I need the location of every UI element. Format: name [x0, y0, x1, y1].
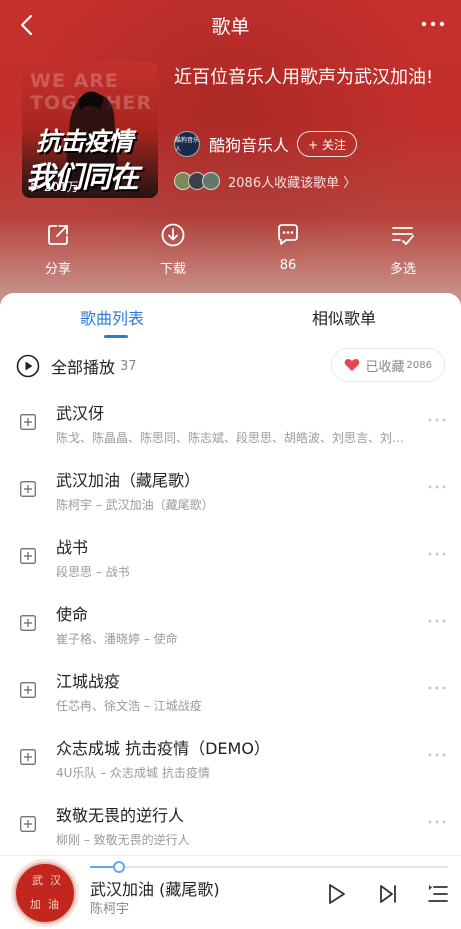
- download-label: 下载: [159, 262, 186, 277]
- song-row[interactable]: 致敬无畏的逆行人 柳刚 – 致敬无畏的逆行人: [0, 795, 461, 862]
- tab-indicator: [104, 335, 128, 338]
- comment-count: 86: [279, 258, 297, 273]
- download-icon: [161, 223, 185, 247]
- song-row[interactable]: 武汉伢 陈戈、陈晶晶、陈思同、陈志斌、段思思、胡皓波、刘思言、刘…: [0, 393, 461, 460]
- add-to-list-icon[interactable]: [20, 682, 36, 698]
- song-artist: 陈柯宇 – 武汉加油（藏尾歌）: [56, 498, 214, 512]
- add-to-list-icon[interactable]: [20, 481, 36, 497]
- song-more-icon[interactable]: [427, 819, 447, 825]
- play-all-button[interactable]: 全部播放 37: [16, 353, 137, 379]
- song-artist: 陈戈、陈晶晶、陈思同、陈志斌、段思思、胡皓波、刘思言、刘…: [56, 431, 405, 445]
- song-row[interactable]: 江城战疫 任芯冉、徐文浩 – 江城战疫: [0, 661, 461, 728]
- share-icon: [48, 225, 68, 245]
- follow-button[interactable]: + 关注: [297, 131, 357, 157]
- disc-char: 武: [32, 874, 43, 887]
- play-count-icon: [31, 181, 41, 193]
- play-count: 201万: [30, 178, 79, 195]
- song-more-icon[interactable]: [427, 685, 447, 691]
- share-label: 分享: [44, 262, 71, 277]
- progress-bar[interactable]: [90, 861, 448, 873]
- comment-icon: [278, 224, 298, 245]
- song-row[interactable]: 武汉加油（藏尾歌） 陈柯宇 – 武汉加油（藏尾歌）: [0, 460, 461, 527]
- play-icon[interactable]: [324, 882, 348, 906]
- song-row[interactable]: 战书 段思思 – 战书: [0, 527, 461, 594]
- add-to-list-icon[interactable]: [20, 615, 36, 631]
- song-title: 众志成城 抗击疫情（DEMO）: [56, 739, 270, 758]
- creator-name[interactable]: 酷狗音乐人: [209, 132, 289, 156]
- play-all-label: 全部播放: [51, 358, 116, 377]
- playlist-title: 近百位音乐人用歌声为武汉加油!: [174, 67, 434, 88]
- now-playing-artist: 陈柯宇: [90, 902, 130, 917]
- song-row[interactable]: 众志成城 抗击疫情（DEMO） 4U乐队 – 众志成城 抗击疫情: [0, 728, 461, 795]
- playlist-cover[interactable]: WE ARETOGETHER 抗击疫情 我们同在 201万: [22, 62, 158, 198]
- mini-player[interactable]: 武 汉 加 油 武汉加油 (藏尾歌) 陈柯宇: [0, 855, 461, 929]
- heart-icon: [344, 359, 359, 371]
- song-title: 致敬无畏的逆行人: [56, 806, 185, 825]
- add-to-list-icon[interactable]: [20, 414, 36, 430]
- collector-avatar: [202, 172, 220, 190]
- collectors-row[interactable]: 2086人收藏该歌单 〉: [174, 170, 356, 192]
- playlist-page: 歌单 WE ARETOGETHER 抗击疫情 我们同在 201万 近百位音乐人用…: [0, 0, 461, 929]
- creator-avatar-text: 酷狗音乐人: [175, 137, 200, 153]
- more-dots-icon: [421, 21, 445, 27]
- share-button[interactable]: 分享: [18, 222, 98, 277]
- play-circle-icon: [16, 354, 40, 378]
- cover-title-line-1: 抗击疫情: [36, 127, 133, 156]
- song-title: 江城战疫: [56, 672, 121, 691]
- disc-char: 汉: [50, 874, 61, 887]
- song-list-panel: 歌曲列表 相似歌单 全部播放 37 已收藏 2086 武汉伢 陈戈、陈晶晶、陈思…: [0, 293, 461, 929]
- page-title: 歌单: [211, 16, 250, 38]
- now-playing-cover[interactable]: 武 汉 加 油: [14, 862, 76, 924]
- tab-similar-playlists[interactable]: 相似歌单: [312, 305, 376, 329]
- download-button[interactable]: 下载: [133, 222, 213, 277]
- song-artist: 4U乐队 – 众志成城 抗击疫情: [56, 766, 210, 780]
- progress-knob[interactable]: [112, 861, 125, 873]
- song-more-icon[interactable]: [427, 417, 447, 423]
- tab-song-list[interactable]: 歌曲列表: [80, 305, 144, 329]
- song-more-icon[interactable]: [427, 618, 447, 624]
- song-artist: 任芯冉、徐文浩 – 江城战疫: [56, 699, 202, 713]
- add-to-list-icon[interactable]: [20, 548, 36, 564]
- play-count-value: 201万: [43, 180, 79, 194]
- creator-avatar[interactable]: 酷狗音乐人: [174, 131, 200, 157]
- multiselect-button[interactable]: 多选: [363, 222, 443, 277]
- collectors-text: 2086人收藏该歌单 〉: [228, 175, 357, 191]
- song-count: 37: [120, 358, 137, 374]
- disc-char: 油: [48, 898, 59, 911]
- action-bar: 分享 下载 86 多选: [0, 222, 461, 282]
- more-button[interactable]: [417, 11, 449, 37]
- add-to-list-icon[interactable]: [20, 816, 36, 832]
- creator-row: 酷狗音乐人 酷狗音乐人 + 关注: [174, 129, 357, 159]
- song-more-icon[interactable]: [427, 551, 447, 557]
- now-playing-title: 武汉加油 (藏尾歌): [90, 880, 220, 899]
- song-artist: 柳刚 – 致敬无畏的逆行人: [56, 833, 190, 847]
- favorited-label: 已收藏: [365, 359, 405, 375]
- add-to-list-icon[interactable]: [20, 749, 36, 765]
- favorited-button[interactable]: 已收藏 2086: [330, 348, 445, 382]
- song-title: 武汉加油（藏尾歌）: [56, 471, 201, 490]
- song-more-icon[interactable]: [427, 484, 447, 490]
- song-row[interactable]: 使命 崔子格、潘晓婷 – 使命: [0, 594, 461, 661]
- playlist-queue-icon[interactable]: [426, 882, 450, 906]
- song-artist: 崔子格、潘晓婷 – 使命: [56, 632, 178, 646]
- favorited-count: 2086: [406, 359, 432, 371]
- next-track-icon[interactable]: [376, 882, 400, 906]
- comment-button[interactable]: 86: [248, 222, 328, 273]
- top-bar: 歌单: [0, 0, 461, 50]
- song-artist: 段思思 – 战书: [56, 565, 130, 579]
- song-title: 战书: [56, 538, 89, 557]
- song-title: 武汉伢: [56, 404, 105, 423]
- song-more-icon[interactable]: [427, 752, 447, 758]
- disc-char: 加: [30, 898, 41, 911]
- song-title: 使命: [56, 605, 89, 624]
- multiselect-icon: [392, 227, 414, 245]
- multiselect-label: 多选: [389, 262, 416, 277]
